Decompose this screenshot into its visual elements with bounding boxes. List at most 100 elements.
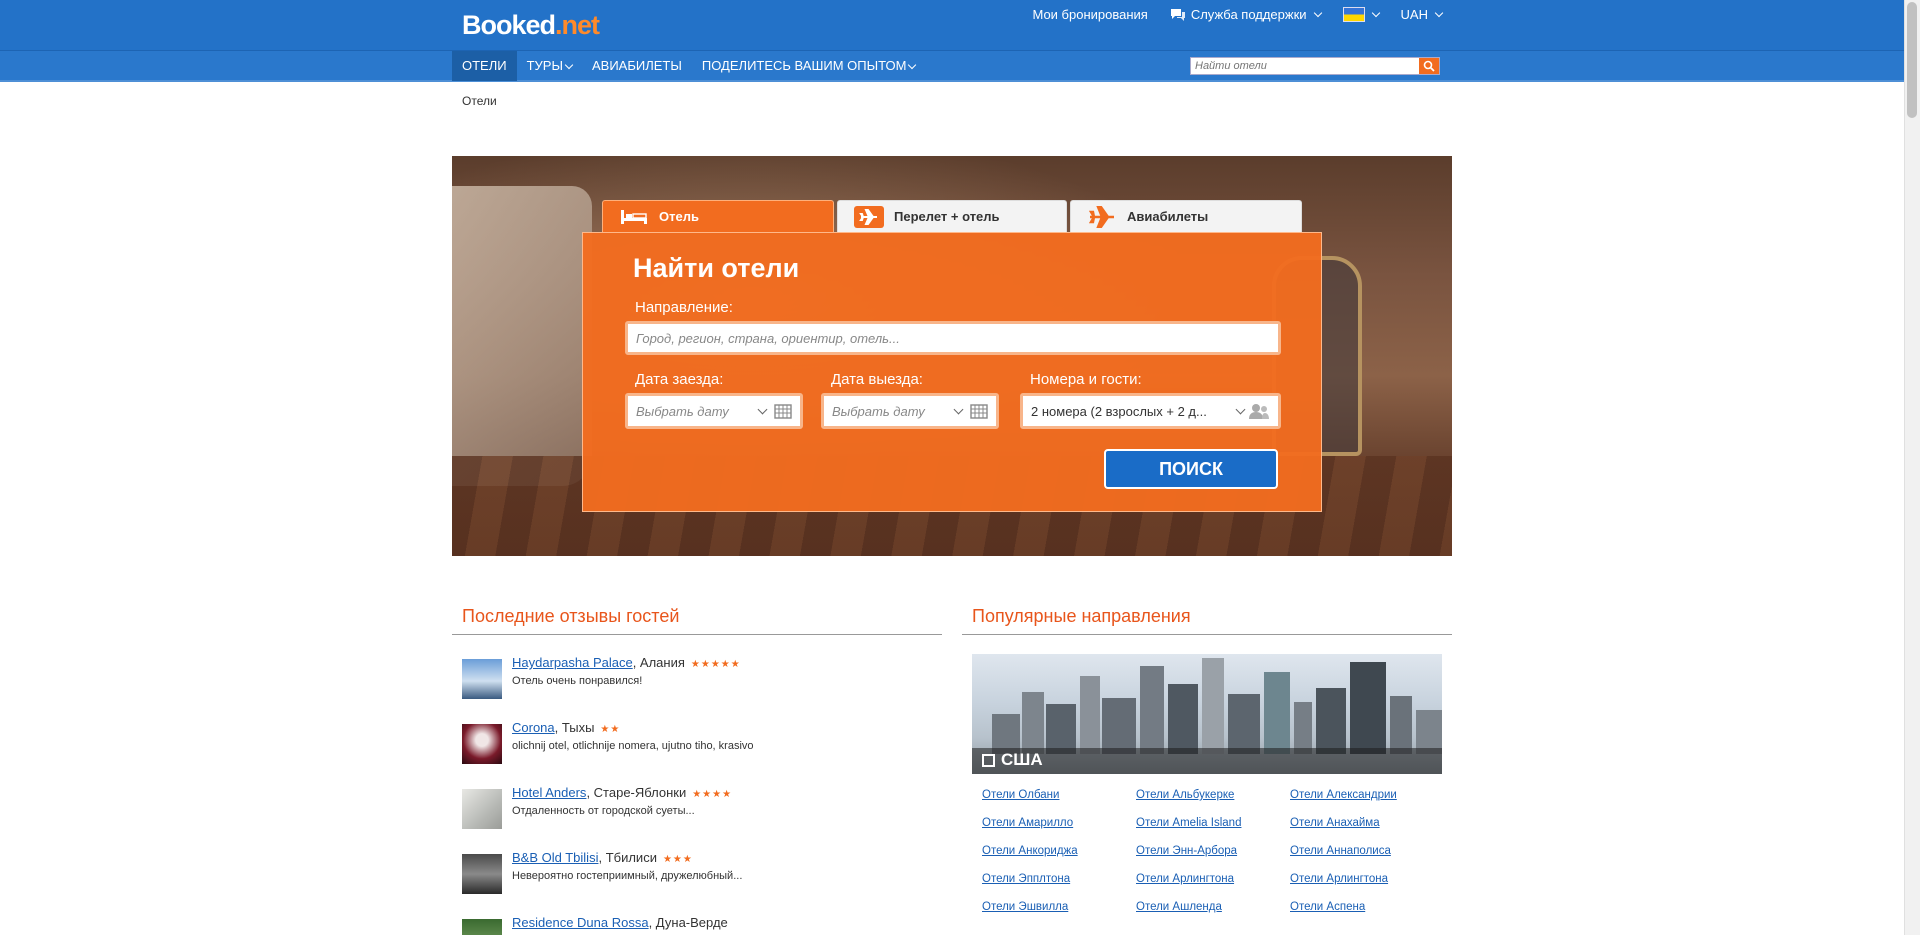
review-hotel-link[interactable]: Haydarpasha Palace (512, 655, 633, 670)
chevron-down-icon (908, 60, 917, 69)
hotel-search-input[interactable] (1191, 58, 1419, 74)
review-item: Hotel Anders, Старе-Яблонки ★★★★ Отдаленн… (462, 785, 932, 841)
tab-hotel[interactable]: Отель (602, 200, 834, 232)
review-thumbnail[interactable] (462, 659, 502, 699)
destination-link[interactable]: Отели Amelia Island (1136, 817, 1290, 835)
calendar-icon (970, 404, 988, 419)
review-thumbnail[interactable] (462, 724, 502, 764)
review-hotel-link[interactable]: Corona (512, 720, 555, 735)
logo[interactable]: Booked.net (462, 10, 600, 41)
main-nav: ОТЕЛИ ТУРЫ АВИАБИЛЕТЫ ПОДЕЛИТЕСЬ ВАШИМ О… (0, 50, 1904, 82)
calendar-icon (774, 404, 792, 419)
guests-icon (1249, 404, 1269, 419)
destination-link[interactable]: Отели Аспена (1290, 901, 1444, 919)
support-menu[interactable]: Служба поддержки (1170, 7, 1322, 22)
destination-link[interactable]: Отели Аннаполиса (1290, 845, 1444, 863)
destination-link[interactable]: Отели Эпплтона (982, 873, 1136, 891)
destination-link[interactable]: Отели Ашленда (1136, 901, 1290, 919)
logo-main: Booked (462, 10, 556, 40)
destination-label: Направление: (635, 299, 733, 316)
hero-bed-shape (452, 186, 592, 486)
hotel-search-button[interactable] (1419, 58, 1439, 74)
review-city: , Дуна-Верде (648, 915, 728, 930)
ukraine-flag-icon (1342, 7, 1365, 22)
destination-caption: США (982, 750, 1043, 770)
review-hotel-link[interactable]: Residence Duna Rossa (512, 915, 649, 930)
my-bookings-label: Мои бронирования (1032, 7, 1148, 22)
destination-link[interactable]: Отели Энн-Арбора (1136, 845, 1290, 863)
search-submit-label: ПОИСК (1159, 458, 1223, 479)
search-icon (1423, 60, 1435, 72)
nav-flights-label: АВИАБИЛЕТЫ (592, 58, 682, 73)
breadcrumb: Отели (462, 94, 497, 108)
reviews-heading: Последние отзывы гостей (462, 606, 680, 626)
rooms-label: Номера и гости: (1030, 371, 1142, 388)
nav-share-experience[interactable]: ПОДЕЛИТЕСЬ ВАШИМ ОПЫТОМ (692, 51, 926, 81)
tab-flights[interactable]: Авиабилеты (1070, 200, 1302, 232)
review-title: Haydarpasha Palace, Алания ★★★★★ (512, 655, 741, 670)
currency-selector[interactable]: UAH (1401, 7, 1444, 22)
top-links: Мои бронирования Служба поддержки UAH (1032, 7, 1444, 22)
review-title: Corona, Тыхы ★★ (512, 720, 620, 735)
review-city: , Тбилиси (598, 850, 657, 865)
popular-divider (962, 634, 1452, 635)
bed-icon (619, 206, 649, 228)
checkin-field[interactable]: Выбрать дату (625, 393, 803, 429)
external-link-icon (982, 753, 995, 767)
review-hotel-link[interactable]: Hotel Anders (512, 785, 586, 800)
review-text: Отдаленность от городской суеты... (512, 805, 695, 817)
review-thumbnail[interactable] (462, 919, 502, 935)
destination-link[interactable]: Отели Олбани (982, 789, 1136, 807)
destination-link[interactable]: Отели Альбукерке (1136, 789, 1290, 807)
plane-box-icon (854, 205, 884, 228)
review-title: B&B Old Tbilisi, Тбилиси ★★★ (512, 850, 693, 865)
checkout-field[interactable]: Выбрать дату (821, 393, 999, 429)
destination-link[interactable]: Отели Амарилло (982, 817, 1136, 835)
rooms-guests-select[interactable]: 2 номера (2 взрослых + 2 д... (1020, 393, 1281, 429)
checkout-label: Дата выезда: (831, 371, 923, 388)
nav-flights[interactable]: АВИАБИЛЕТЫ (582, 51, 692, 81)
popular-heading: Популярные направления (972, 606, 1191, 626)
star-rating: ★★ (600, 724, 621, 735)
destination-links: Отели Олбани Отели Альбукерке Отели Алек… (982, 789, 1444, 919)
chevron-down-icon (1371, 8, 1380, 18)
review-title: Residence Duna Rossa, Дуна-Верде (512, 915, 728, 930)
tab-flight-hotel-label: Перелет + отель (894, 209, 1000, 224)
chat-icon (1170, 8, 1185, 21)
nav-tours[interactable]: ТУРЫ (517, 51, 582, 81)
hotel-search-box (1190, 57, 1440, 75)
nav-hotels-label: ОТЕЛИ (462, 58, 507, 73)
destination-link[interactable]: Отели Эшвилла (982, 901, 1136, 919)
destination-field[interactable]: Город, регион, страна, ориентир, отель..… (625, 321, 1281, 355)
checkin-label: Дата заезда: (635, 371, 724, 388)
review-text: Отель очень понравился! (512, 675, 643, 687)
review-thumbnail[interactable] (462, 789, 502, 829)
review-item: Residence Duna Rossa, Дуна-Верде (462, 915, 932, 935)
search-title: Найти отели (633, 253, 800, 283)
review-item: Corona, Тыхы ★★ olichnij otel, otlichnije… (462, 720, 932, 776)
destination-link[interactable]: Отели Арлингтона (1136, 873, 1290, 891)
checkout-placeholder: Выбрать дату (832, 403, 925, 419)
scrollbar-thumb[interactable] (1907, 2, 1917, 118)
chevron-down-icon (1434, 8, 1444, 18)
chevron-down-icon (757, 404, 768, 414)
tab-hotel-label: Отель (659, 209, 699, 224)
page-scrollbar[interactable] (1904, 0, 1920, 935)
destination-link[interactable]: Отели Арлингтона (1290, 873, 1444, 891)
review-thumbnail[interactable] (462, 854, 502, 894)
destination-image-usa[interactable]: США (972, 654, 1442, 774)
review-title: Hotel Anders, Старе-Яблонки ★★★★ (512, 785, 732, 800)
tab-flight-hotel[interactable]: Перелет + отель (837, 200, 1067, 232)
destination-link[interactable]: Отели Анкориджа (982, 845, 1136, 863)
search-submit-button[interactable]: ПОИСК (1104, 449, 1278, 489)
nav-hotels[interactable]: ОТЕЛИ (452, 51, 517, 81)
language-selector[interactable] (1342, 7, 1380, 22)
plane-icon (1087, 205, 1117, 228)
review-hotel-link[interactable]: B&B Old Tbilisi (512, 850, 598, 865)
tab-flights-label: Авиабилеты (1127, 209, 1209, 224)
review-text: olichnij otel, otlichnije nomera, ujutno… (512, 740, 754, 752)
my-bookings-link[interactable]: Мои бронирования (1032, 7, 1147, 22)
destination-link[interactable]: Отели Александрии (1290, 789, 1444, 807)
destination-link[interactable]: Отели Анахайма (1290, 817, 1444, 835)
chevron-down-icon (953, 404, 964, 414)
